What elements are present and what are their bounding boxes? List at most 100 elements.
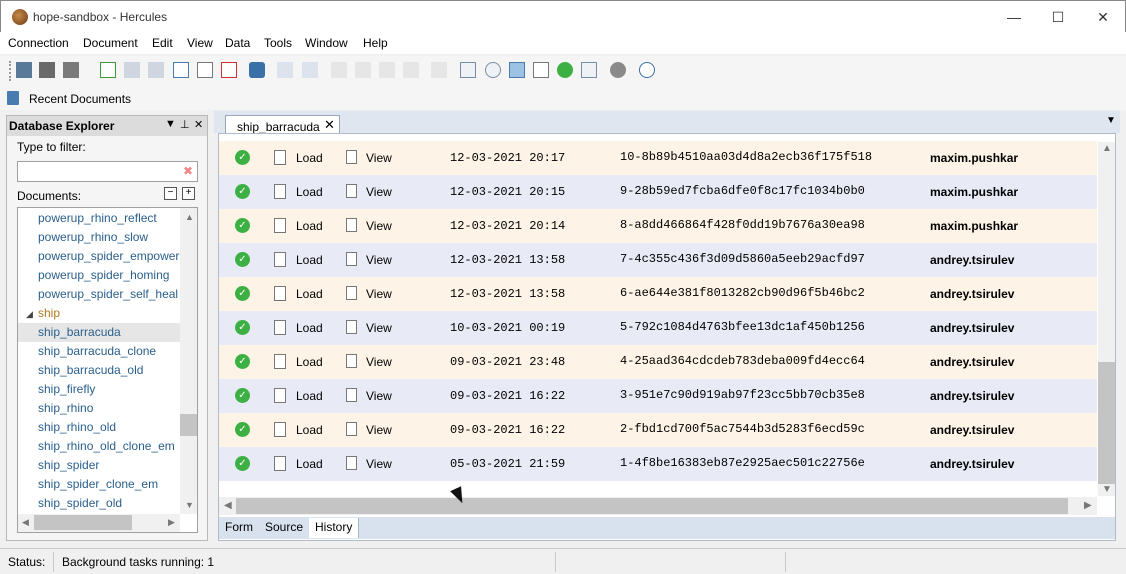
copy-icon[interactable] [355, 62, 371, 78]
compare-icon[interactable] [460, 62, 476, 78]
undo-icon[interactable] [277, 62, 293, 78]
filter-input[interactable]: ✖ [17, 161, 198, 182]
view-link[interactable]: View [366, 355, 392, 369]
load-link[interactable]: Load [296, 355, 323, 369]
view-link[interactable]: View [366, 321, 392, 335]
tab-ship-barracuda[interactable]: ship_barracuda ✕ [225, 115, 340, 135]
tab-history[interactable]: History [309, 518, 360, 538]
save-icon[interactable] [124, 62, 140, 78]
tab-form[interactable]: Form [219, 518, 260, 538]
history-horizontal-scroll-thumb[interactable] [236, 498, 1068, 514]
tree-folder-ship[interactable]: ship [38, 304, 60, 323]
clear-filter-icon[interactable]: ✖ [183, 164, 193, 178]
scroll-down-icon[interactable]: ▼ [1102, 484, 1112, 495]
tree-item[interactable]: powerup_spider_self_heal [38, 285, 178, 304]
close-tab-icon[interactable]: ✕ [324, 117, 335, 133]
maximize-button[interactable]: ☐ [1035, 1, 1081, 33]
collapse-all-icon[interactable]: − [164, 187, 177, 200]
view-icon[interactable] [346, 320, 357, 334]
help-icon[interactable] [639, 62, 655, 78]
tree-item[interactable]: ship_barracuda_old [38, 361, 143, 380]
redo-icon[interactable] [302, 62, 318, 78]
load-icon[interactable] [274, 422, 286, 437]
load-icon[interactable] [274, 286, 286, 301]
databases-icon[interactable] [39, 62, 55, 78]
view-icon[interactable] [346, 150, 357, 164]
copy-document-icon[interactable] [197, 62, 213, 78]
history-vertical-scroll-thumb[interactable] [1098, 362, 1115, 484]
tree-item[interactable]: ship_rhino_old [38, 418, 116, 437]
tree-vertical-scrollbar[interactable] [180, 208, 197, 514]
load-link[interactable]: Load [296, 253, 323, 267]
export-icon[interactable] [173, 62, 189, 78]
load-link[interactable]: Load [296, 423, 323, 437]
delete-icon[interactable] [403, 62, 419, 78]
view-link[interactable]: View [366, 253, 392, 267]
view-icon[interactable] [346, 218, 357, 232]
load-link[interactable]: Load [296, 219, 323, 233]
menu-view[interactable]: View [187, 36, 213, 50]
menu-tools[interactable]: Tools [264, 36, 292, 50]
scroll-left-icon[interactable]: ◀ [224, 500, 232, 511]
load-link[interactable]: Load [296, 389, 323, 403]
view-link[interactable]: View [366, 151, 392, 165]
load-link[interactable]: Load [296, 287, 323, 301]
scroll-up-icon[interactable]: ▲ [1102, 143, 1112, 154]
view-link[interactable]: View [366, 287, 392, 301]
settings-gear-icon[interactable] [610, 62, 626, 78]
load-icon[interactable] [274, 184, 286, 199]
load-link[interactable]: Load [296, 321, 323, 335]
recent-documents-label[interactable]: Recent Documents [29, 92, 131, 106]
tree-item[interactable]: ship_rhino [38, 399, 93, 418]
scroll-left-icon[interactable]: ◀ [22, 517, 29, 528]
database-dropdown-icon[interactable] [63, 62, 79, 78]
scroll-up-icon[interactable]: ▲ [185, 212, 194, 222]
tree-item[interactable]: ship_barracuda_clone [38, 342, 156, 361]
view-link[interactable]: View [366, 423, 392, 437]
menu-window[interactable]: Window [305, 36, 348, 50]
scroll-down-icon[interactable]: ▼ [185, 500, 194, 510]
documents-tree[interactable]: powerup_rhino_reflect powerup_rhino_slow… [17, 207, 198, 533]
search-icon[interactable] [485, 62, 501, 78]
view-icon[interactable] [346, 286, 357, 300]
tab-source[interactable]: Source [259, 518, 311, 538]
tree-item[interactable]: powerup_rhino_slow [38, 228, 148, 247]
view-icon[interactable] [346, 422, 357, 436]
panel-menu-icon[interactable]: ▼ [165, 118, 176, 130]
view-icon[interactable] [346, 456, 357, 470]
new-document-icon[interactable] [100, 62, 116, 78]
minimize-button[interactable]: — [991, 1, 1037, 33]
scroll-right-icon[interactable]: ▶ [1084, 500, 1092, 511]
expand-all-icon[interactable]: + [182, 187, 195, 200]
tree-item[interactable]: ship_spider_old [38, 494, 122, 513]
menu-connection[interactable]: Connection [8, 36, 69, 50]
tree-vertical-scroll-thumb[interactable] [180, 414, 197, 436]
close-panel-icon[interactable]: ✕ [194, 118, 203, 131]
tree-item[interactable]: ship_firefly [38, 380, 95, 399]
load-icon[interactable] [274, 252, 286, 267]
tree-item-selected[interactable]: ship_barracuda [18, 323, 180, 342]
load-icon[interactable] [274, 456, 286, 471]
table-icon[interactable] [509, 62, 525, 78]
view-link[interactable]: View [366, 219, 392, 233]
close-button[interactable]: ✕ [1080, 1, 1126, 33]
load-icon[interactable] [274, 150, 286, 165]
tree-item[interactable]: powerup_rhino_reflect [38, 209, 157, 228]
view-icon[interactable] [346, 388, 357, 402]
log-icon[interactable] [581, 62, 597, 78]
view-icon[interactable] [346, 354, 357, 368]
paste-icon[interactable] [379, 62, 395, 78]
menu-document[interactable]: Document [83, 36, 138, 50]
load-icon[interactable] [274, 320, 286, 335]
load-link[interactable]: Load [296, 457, 323, 471]
toolbar-grip[interactable] [9, 61, 12, 81]
load-link[interactable]: Load [296, 151, 323, 165]
scroll-right-icon[interactable]: ▶ [168, 517, 175, 528]
cut-icon[interactable] [331, 62, 347, 78]
refresh-icon[interactable] [249, 62, 265, 78]
pin-icon[interactable]: ⊥ [180, 118, 190, 131]
load-link[interactable]: Load [296, 185, 323, 199]
view-icon[interactable] [346, 184, 357, 198]
load-icon[interactable] [274, 354, 286, 369]
view-link[interactable]: View [366, 457, 392, 471]
